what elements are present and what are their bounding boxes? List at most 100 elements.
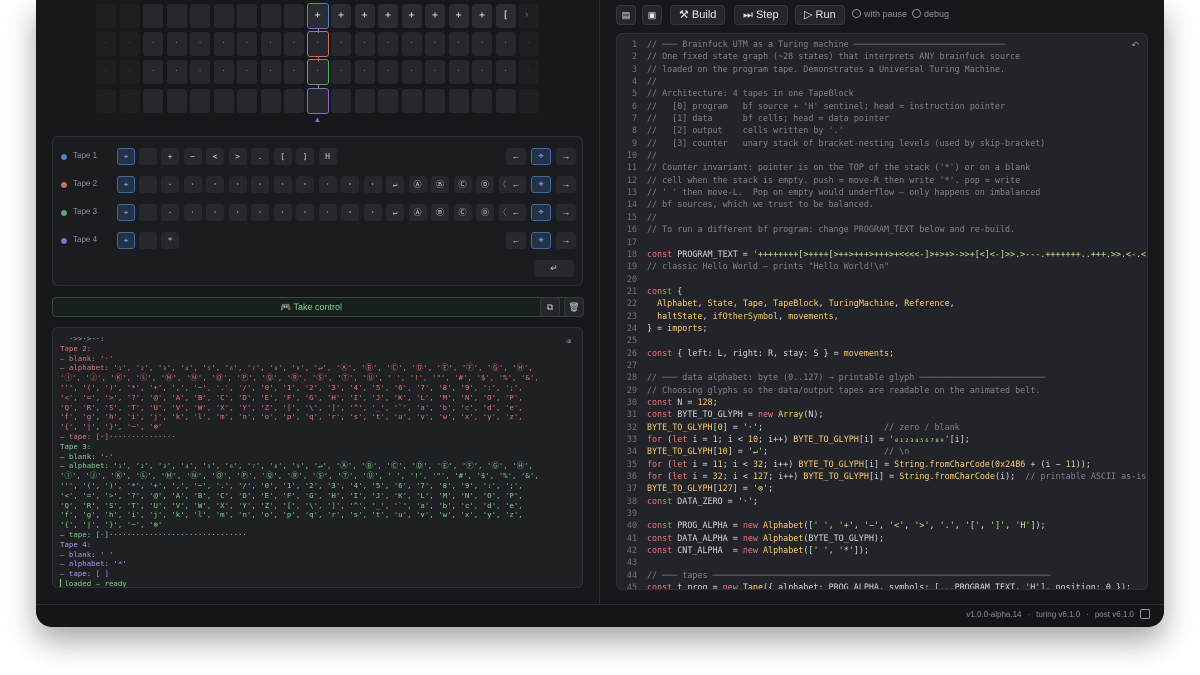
symbol-button[interactable]: ₉ (363, 204, 382, 221)
symbol-button[interactable]: ] (296, 148, 314, 165)
symbol-button[interactable]: ₃ (228, 204, 247, 221)
move-right-button[interactable]: → (556, 232, 576, 249)
symbol-button[interactable]: ₃ (228, 176, 247, 193)
tape-cell (331, 32, 351, 56)
symbol-button[interactable]: Ⓑ (431, 204, 449, 221)
symbol-button[interactable]: ₅ (273, 204, 292, 221)
symbol-button[interactable]: ₅ (273, 176, 292, 193)
symbol-blank[interactable] (139, 176, 157, 193)
code-text: // ─── tapes ───────────────────────────… (647, 569, 1051, 580)
tape-cell (143, 4, 163, 28)
step-button[interactable]: ⏭ Step (734, 5, 788, 25)
symbol-button[interactable]: Ⓐ (408, 176, 427, 193)
symbol-button[interactable]: Ⓓ (476, 176, 494, 193)
symbol-button[interactable]: ₉ (363, 176, 382, 193)
save-button[interactable]: ▣ (642, 5, 662, 25)
symbol-button[interactable]: · (161, 204, 179, 221)
center-head-icon[interactable]: ⌖ (531, 148, 551, 165)
symbol-button[interactable]: ₈ (341, 204, 359, 221)
move-left-button[interactable]: ← (506, 204, 526, 221)
tape-cell (119, 89, 140, 113)
enter-button[interactable]: ↵ (534, 260, 574, 277)
symbol-button[interactable]: · (161, 176, 179, 193)
symbol-blank[interactable] (139, 148, 157, 165)
symbol-button[interactable]: ₈ (341, 176, 359, 193)
code-text: const DATA_ZERO = '·'; (647, 495, 758, 506)
tape-cell: + (401, 4, 422, 28)
symbol-button[interactable]: Ⓑ (431, 176, 449, 193)
symbol-button[interactable]: ₄ (251, 176, 269, 193)
symbol-button[interactable]: ₆ (296, 204, 314, 221)
comment-icon[interactable] (1140, 609, 1150, 619)
code-text: // Architecture: 4 tapes in one TapeBloc… (647, 88, 854, 99)
move-left-button[interactable]: ← (506, 176, 526, 193)
code-editor[interactable]: ↶ 1// ─── Brainfuck UTM as a Turing mach… (616, 33, 1148, 590)
code-line: 20 (617, 273, 1147, 285)
symbol-button[interactable]: Ⓓ (476, 204, 494, 221)
symbol-button[interactable]: − (183, 148, 202, 165)
cursor-icon[interactable]: ⌖ (117, 176, 135, 193)
build-label: Build (691, 9, 717, 21)
tape-cell (260, 60, 281, 84)
symbol-button[interactable]: [ (273, 148, 292, 165)
symbol-button[interactable]: ₂ (206, 204, 224, 221)
symbol-button[interactable]: ₇ (318, 176, 337, 193)
symbol-button[interactable]: H (318, 148, 337, 165)
symbol-button[interactable]: ↵ (386, 176, 404, 193)
log-line: 'f', 'g', 'h', 'i', 'j', 'k', 'l', 'm', … (60, 412, 523, 422)
center-head-icon[interactable]: ⌖ (531, 232, 551, 249)
tape-cell (237, 4, 257, 28)
symbol-button[interactable]: Ⓒ (453, 204, 472, 221)
build-button[interactable]: ⚒ Build (670, 5, 726, 25)
debug-toggle[interactable]: debug (912, 9, 949, 19)
symbol-button[interactable]: ₆ (296, 176, 314, 193)
trash-button[interactable]: 🗑 (564, 297, 584, 317)
move-left-button[interactable]: ← (506, 232, 526, 249)
symbol-button[interactable]: < (206, 148, 224, 165)
line-number: 6 (631, 100, 637, 111)
symbol-button[interactable]: ₁ (183, 204, 202, 221)
log-line: – tape: [·]··············· (60, 431, 176, 441)
code-line: 30 const N = 128; (617, 396, 1147, 408)
move-right-button[interactable]: → (556, 204, 576, 221)
code-text: // [0] program bf source + 'H' sentinel;… (647, 100, 1005, 111)
symbol-blank[interactable] (139, 232, 157, 249)
symbol-button[interactable]: ₁ (183, 176, 202, 193)
tape-cell (519, 32, 539, 56)
symbol-button[interactable]: * (161, 232, 179, 249)
tape-cell (331, 89, 351, 113)
eraser-icon[interactable]: ⌫ (566, 337, 574, 346)
symbol-button[interactable]: ₇ (318, 204, 337, 221)
run-button[interactable]: ▷ Run (795, 5, 845, 25)
line-number: 41 (626, 532, 637, 543)
code-line: 6 // [0] program bf source + 'H' sentinel… (617, 100, 1147, 112)
file-button[interactable]: ▤ (616, 5, 636, 25)
symbol-button[interactable]: ₂ (206, 176, 224, 193)
line-number: 36 (626, 471, 637, 482)
symbol-button[interactable]: Ⓐ (408, 204, 427, 221)
tape-cell (519, 89, 539, 113)
cursor-icon[interactable]: ⌖ (117, 204, 135, 221)
cursor-icon[interactable]: ⌖ (117, 148, 135, 165)
log-line: ''', '(', ')', '*', '+', ',', '−', '.', … (60, 480, 523, 490)
symbol-button[interactable]: ↵ (386, 204, 404, 221)
take-control-button[interactable]: 🎮 Take control (52, 297, 570, 317)
move-right-button[interactable]: → (556, 176, 576, 193)
symbol-button[interactable]: ₄ (251, 204, 269, 221)
move-right-button[interactable]: → (556, 148, 576, 165)
move-left-button[interactable]: ← (506, 148, 526, 165)
center-head-icon[interactable]: ⌖ (531, 176, 551, 193)
symbol-button[interactable]: Ⓒ (453, 176, 472, 193)
center-head-icon[interactable]: ⌖ (531, 204, 551, 221)
copy-button[interactable]: ⧉ (540, 297, 560, 317)
log-line: – blank: '·' (60, 353, 114, 363)
scroll-right-icon[interactable]: › (525, 9, 528, 20)
with-pause-toggle[interactable]: with pause (852, 9, 907, 19)
symbol-button[interactable]: > (228, 148, 247, 165)
symbol-button[interactable]: . (251, 148, 269, 165)
cursor-icon[interactable]: ⌖ (117, 232, 135, 249)
line-number: 31 (626, 409, 637, 420)
symbol-button[interactable]: + (161, 148, 179, 165)
symbol-blank[interactable] (139, 204, 157, 221)
log-line: 'Q', 'R', 'S', 'T', 'U', 'V', 'W', 'X', … (60, 402, 523, 412)
